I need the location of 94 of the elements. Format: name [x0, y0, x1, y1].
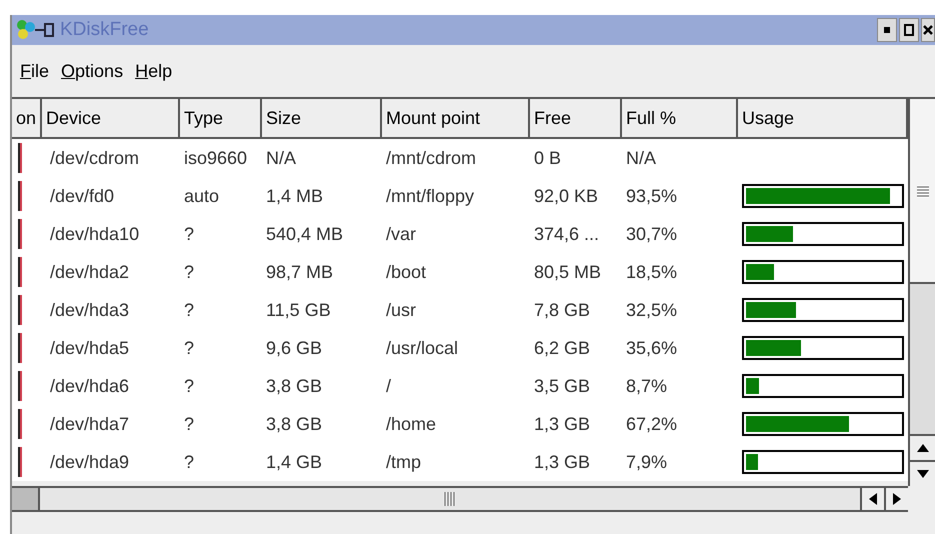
up-arrow-icon [916, 444, 928, 452]
table-cell-text: /dev/hda7 [49, 412, 130, 436]
table-cell-text: 7,9% [626, 450, 668, 474]
menu-item[interactable]: File [16, 58, 54, 84]
left-arrow-icon [869, 493, 877, 505]
table-cell-text: 1,4 GB [266, 450, 322, 474]
table-cell-text: 30,7% [626, 222, 678, 246]
table-cell-text: 35,6% [626, 336, 678, 360]
drive-icon [18, 181, 22, 211]
close-button[interactable] [921, 18, 935, 42]
table-cell-text: /dev/hda2 [49, 260, 130, 284]
table-cell-text: /boot [386, 260, 426, 284]
table-cell-text: 1,4 MB [266, 184, 324, 208]
table-cell-text: 7,8 GB [534, 298, 590, 322]
drive-icon [18, 409, 22, 439]
drive-icon [18, 219, 22, 249]
window-title: KDiskFree [60, 18, 149, 42]
table-cell-text: /dev/hda3 [49, 298, 130, 322]
table-cell-text: /home [386, 412, 436, 436]
menu-item[interactable]: Help [131, 58, 176, 84]
drive-icon [18, 295, 22, 325]
table-cell-text: 1,3 GB [534, 450, 590, 474]
table-cell-text: /dev/fd0 [49, 184, 114, 208]
table-cell-text: 1,3 GB [534, 412, 590, 436]
table-cell-text: /mnt/floppy [386, 184, 474, 208]
grip-icon [916, 184, 928, 196]
scroll-down-button[interactable] [910, 460, 935, 486]
column-header[interactable]: on [12, 99, 42, 139]
table-cell-text: 6,2 GB [534, 336, 590, 360]
table-cell-text: 3,5 GB [534, 374, 590, 398]
table-cell-text: / [386, 374, 392, 398]
drive-icon [18, 371, 22, 401]
table-cell-text: 11,5 GB [266, 298, 331, 322]
drive-icon [18, 447, 22, 477]
column-header[interactable]: Full % [622, 99, 738, 139]
vertical-scrollbar[interactable] [908, 99, 935, 486]
table-cell-text: N/A [266, 146, 296, 170]
table-cell-text: ? [184, 298, 194, 322]
scroll-up-button[interactable] [910, 434, 935, 460]
table-cell-text: /mnt/cdrom [386, 146, 476, 170]
down-arrow-icon [916, 470, 928, 478]
table-cell-text: 92,0 KB [534, 184, 598, 208]
table-cell-text: auto [184, 184, 220, 208]
scroll-right-button[interactable] [884, 488, 908, 510]
table-cell-text: /dev/hda10 [49, 222, 140, 246]
table-cell-text: ? [184, 260, 194, 284]
table-cell-text: 93,5% [626, 184, 678, 208]
table-cell-text: ? [184, 222, 194, 246]
column-header[interactable]: Size [262, 99, 382, 139]
scrollbar-thumb[interactable] [910, 99, 935, 284]
table-cell-text: 374,6 ... [534, 222, 600, 246]
column-header[interactable]: Free [530, 99, 622, 139]
table-cell-text: 3,8 GB [266, 412, 322, 436]
drive-icon [18, 257, 22, 287]
drive-icon [18, 143, 22, 173]
table-cell-text: 9,6 GB [266, 336, 322, 360]
menu-item[interactable]: Options [57, 58, 128, 84]
table-cell-text: /usr [386, 298, 416, 322]
grip-icon [444, 492, 456, 506]
table-cell-text: ? [184, 336, 194, 360]
table-cell-text: 80,5 MB [534, 260, 602, 284]
table-cell-text: ? [184, 450, 194, 474]
table-cell-text: /dev/hda9 [49, 450, 130, 474]
table-cell-text: 3,8 GB [266, 374, 322, 398]
column-header[interactable]: Usage [738, 99, 908, 139]
column-header[interactable]: Device [42, 99, 180, 139]
app-icon [16, 18, 56, 42]
drive-icon [18, 333, 22, 363]
table-cell-text: 67,2% [626, 412, 678, 436]
table-cell-text: /dev/cdrom [49, 146, 140, 170]
scrollbar-thumb[interactable] [12, 488, 40, 510]
table-cell-text: ? [184, 412, 194, 436]
column-header[interactable]: Type [180, 99, 262, 139]
table-cell-text: iso9660 [184, 146, 248, 170]
table-cell-text: 8,7% [626, 374, 668, 398]
table-cell-text: /usr/local [386, 336, 458, 360]
table-cell-text: 18,5% [626, 260, 678, 284]
table-cell-text: 0 B [534, 146, 562, 170]
table-cell-text: 540,4 MB [266, 222, 344, 246]
right-arrow-icon [893, 493, 901, 505]
table-cell-text: /dev/hda6 [49, 374, 130, 398]
minimize-button[interactable] [877, 18, 897, 42]
column-header[interactable]: Mount point [382, 99, 530, 139]
table-cell-text: /tmp [386, 450, 422, 474]
maximize-button[interactable] [899, 18, 919, 42]
close-icon [923, 25, 933, 35]
table-cell-text: 32,5% [626, 298, 678, 322]
table-cell-text: 98,7 MB [266, 260, 334, 284]
table-cell-text: ? [184, 374, 194, 398]
table-cell-text: /dev/hda5 [49, 336, 130, 360]
table-cell-text: /var [386, 222, 416, 246]
scroll-left-button[interactable] [860, 488, 884, 510]
horizontal-scrollbar[interactable] [12, 486, 908, 512]
table-cell-text: N/A [626, 146, 656, 170]
